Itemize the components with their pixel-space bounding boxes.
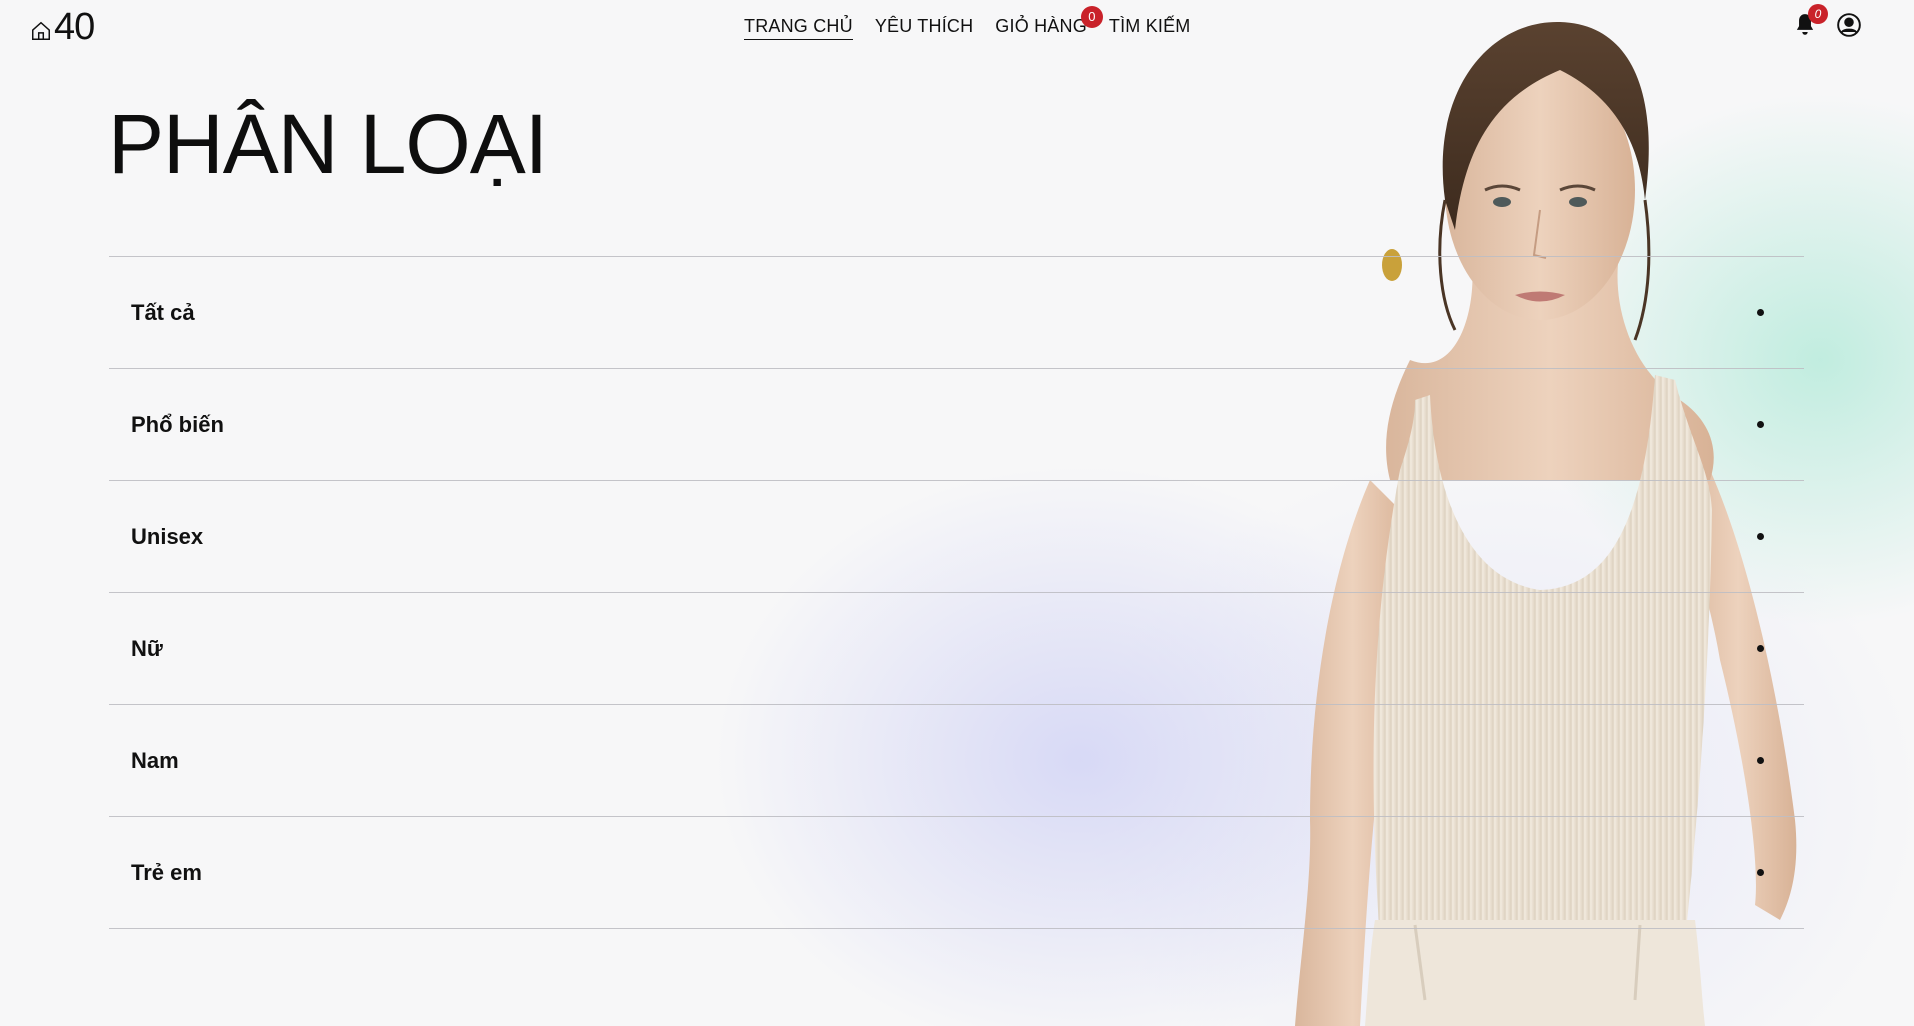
main-nav: TRANG CHỦ YÊU THÍCH GIỎ HÀNG 0 TÌM KIẾM (744, 6, 1191, 40)
category-label: Phổ biến (131, 411, 224, 437)
category-item-men[interactable]: Nam (109, 705, 1804, 817)
nav-favorites[interactable]: YÊU THÍCH (875, 16, 973, 40)
category-label: Unisex (131, 523, 204, 549)
bullet-dot-icon (1757, 757, 1764, 764)
category-list: Tất cả Phổ biến Unisex Nữ Nam Trẻ em (109, 256, 1804, 929)
notification-count-badge: 0 (1808, 4, 1828, 24)
brand-name: 40 (54, 6, 95, 48)
category-item-women[interactable]: Nữ (109, 593, 1804, 705)
category-label: Tất cả (131, 299, 195, 325)
category-item-unisex[interactable]: Unisex (109, 481, 1804, 593)
account-button[interactable] (1836, 12, 1862, 38)
nav-home[interactable]: TRANG CHỦ (744, 16, 853, 40)
bullet-dot-icon (1757, 645, 1764, 652)
header-actions: 0 (1792, 4, 1862, 38)
nav-cart-label: GIỎ HÀNG (995, 16, 1087, 36)
bullet-dot-icon (1757, 869, 1764, 876)
home-icon (32, 21, 50, 40)
cart-count-badge: 0 (1080, 6, 1103, 28)
category-item-kids[interactable]: Trẻ em (109, 817, 1804, 929)
category-item-all[interactable]: Tất cả (109, 257, 1804, 369)
bullet-dot-icon (1757, 309, 1764, 316)
nav-search[interactable]: TÌM KIẾM (1109, 16, 1191, 40)
top-navbar: 40 TRANG CHỦ YÊU THÍCH GIỎ HÀNG 0 TÌM KI… (0, 0, 1914, 56)
home-logo[interactable]: 40 (30, 6, 95, 49)
bullet-dot-icon (1757, 421, 1764, 428)
bullet-dot-icon (1757, 533, 1764, 540)
category-item-popular[interactable]: Phổ biến (109, 369, 1804, 481)
page-title: PHÂN LOẠI (108, 97, 548, 191)
category-label: Nữ (131, 635, 163, 661)
nav-cart[interactable]: GIỎ HÀNG 0 (995, 6, 1103, 40)
user-circle-icon (1837, 13, 1861, 37)
notifications-button[interactable]: 0 (1792, 4, 1828, 38)
category-label: Trẻ em (131, 859, 202, 885)
category-label: Nam (131, 747, 179, 773)
